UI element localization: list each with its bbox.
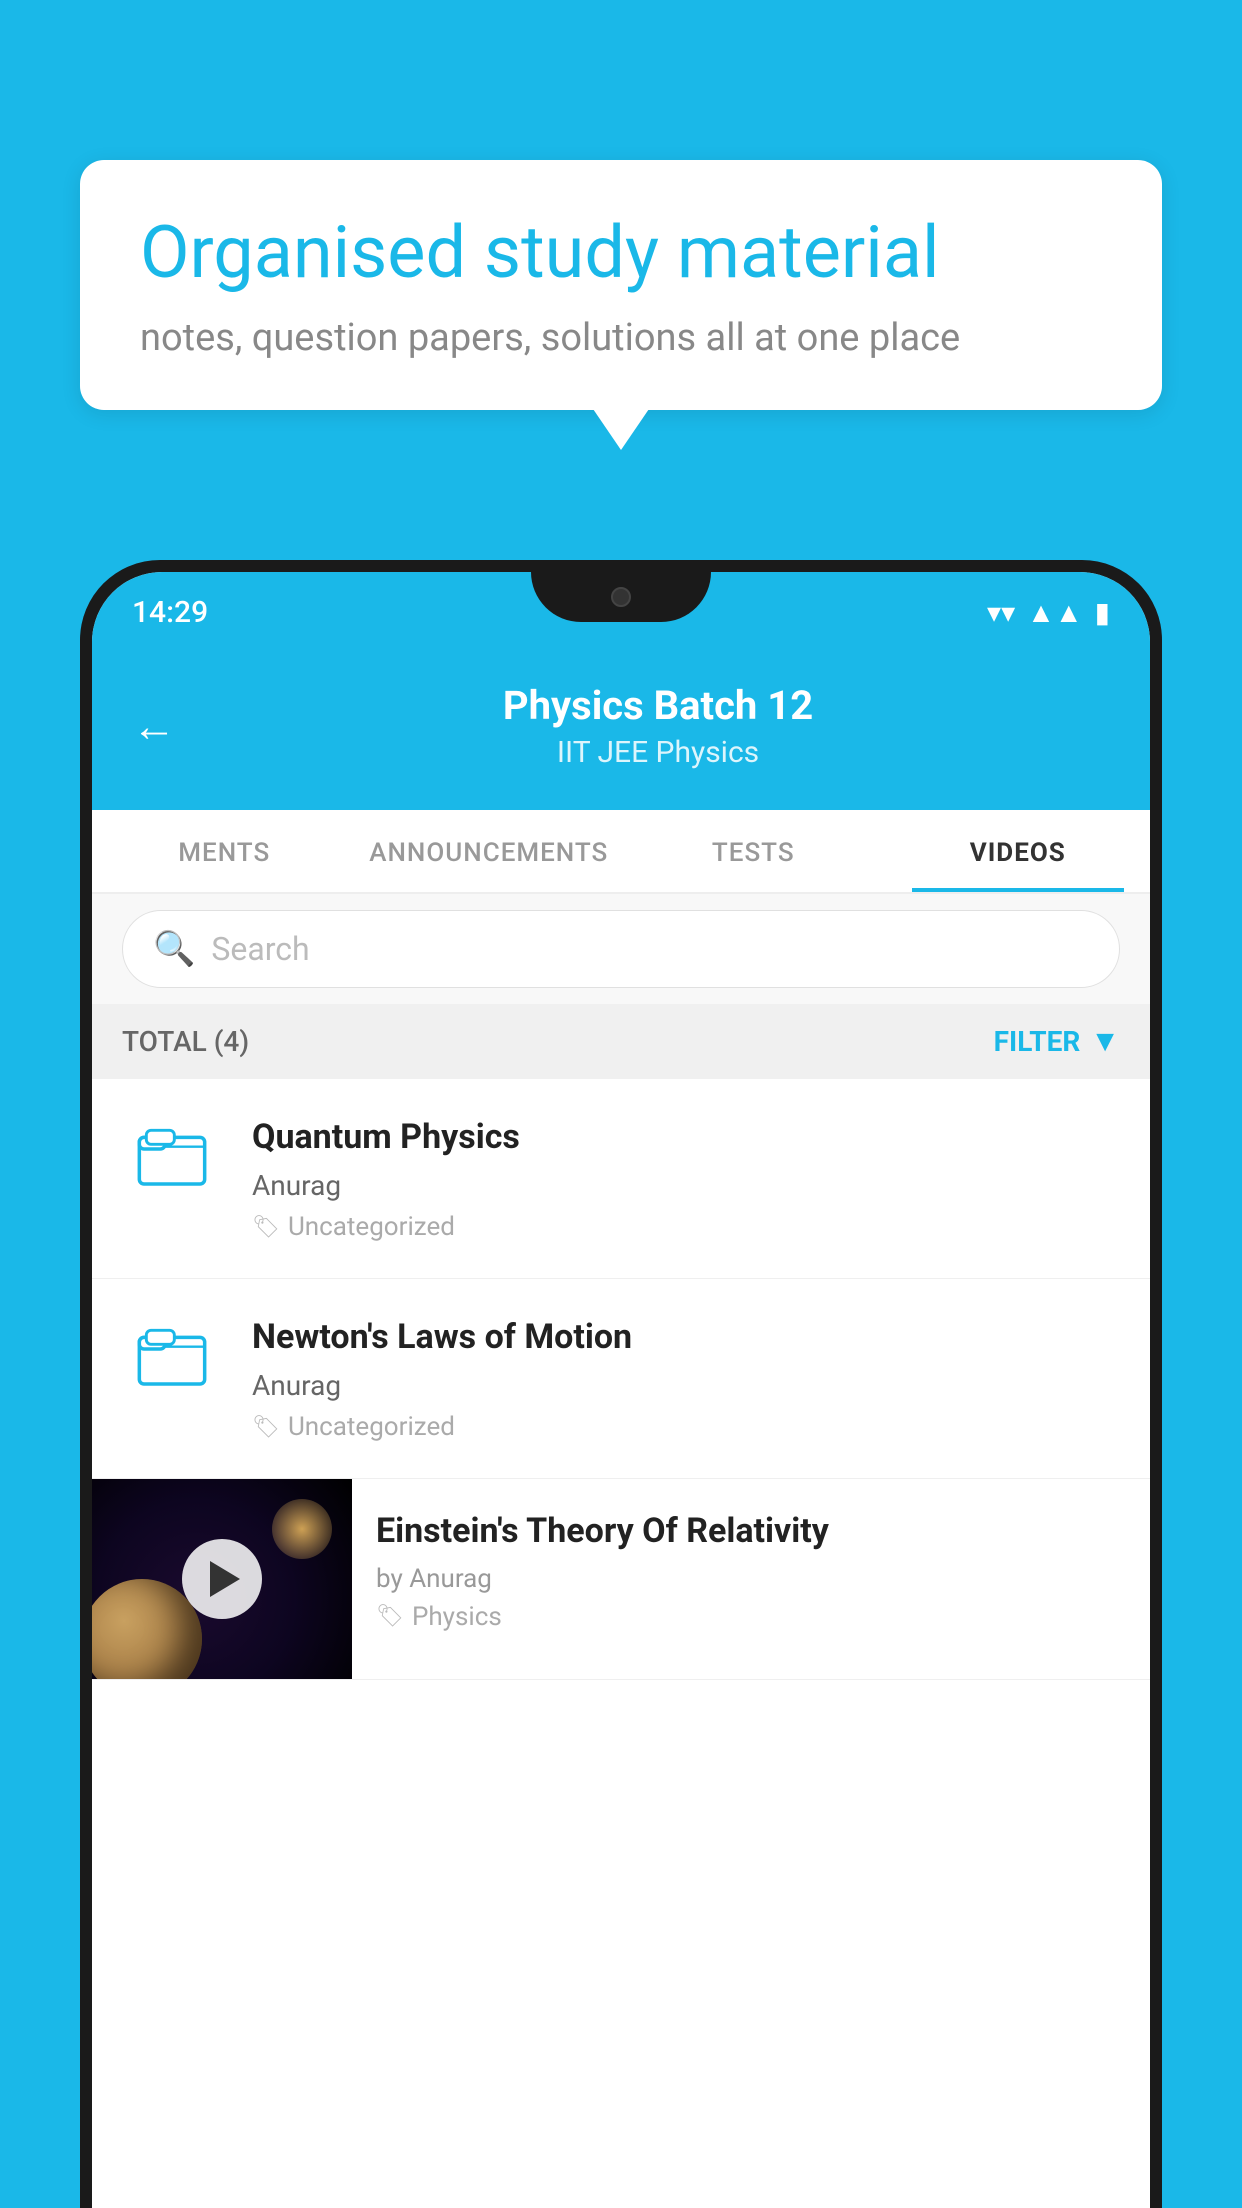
video-tag: 🏷 Uncategorized (252, 1412, 1120, 1442)
search-icon: 🔍 (153, 929, 195, 969)
video-tag: 🏷 Physics (376, 1602, 1126, 1632)
tag-icon: 🏷 (376, 1604, 404, 1629)
play-triangle-icon (210, 1561, 240, 1597)
list-item[interactable]: Einstein's Theory Of Relativity by Anura… (92, 1479, 1150, 1680)
search-bar[interactable]: 🔍 Search (122, 910, 1120, 988)
video-list: Quantum Physics Anurag 🏷 Uncategorized (92, 1079, 1150, 1680)
bubble-title: Organised study material (140, 210, 1102, 296)
video-info: Einstein's Theory Of Relativity by Anura… (352, 1479, 1150, 1661)
notch (531, 572, 711, 622)
tag-icon: 🏷 (252, 1415, 280, 1440)
video-title: Newton's Laws of Motion (252, 1315, 1120, 1359)
folder-icon-wrap (122, 1121, 222, 1191)
tab-tests[interactable]: TESTS (621, 810, 886, 892)
filter-button[interactable]: FILTER ▼ (994, 1024, 1120, 1059)
wifi-icon: ▾▾ (987, 596, 1015, 629)
tab-bar: MENTS ANNOUNCEMENTS TESTS VIDEOS (92, 810, 1150, 894)
status-icons: ▾▾ ▲▲ ▮ (987, 596, 1110, 629)
status-bar: 14:29 ▾▾ ▲▲ ▮ (92, 572, 1150, 652)
tag-label: Uncategorized (288, 1212, 455, 1242)
phone-frame: 14:29 ▾▾ ▲▲ ▮ ← Physics Batch 12 IIT JEE… (80, 560, 1162, 2208)
app-bar: ← Physics Batch 12 IIT JEE Physics (92, 652, 1150, 810)
signal-icon: ▲▲ (1027, 596, 1082, 629)
tag-label: Uncategorized (288, 1412, 455, 1442)
battery-icon: ▮ (1095, 596, 1110, 629)
video-info: Quantum Physics Anurag 🏷 Uncategorized (252, 1115, 1120, 1242)
filter-icon: ▼ (1090, 1024, 1120, 1059)
video-title: Einstein's Theory Of Relativity (376, 1509, 1126, 1553)
folder-icon (137, 1121, 207, 1191)
search-placeholder: Search (211, 930, 309, 968)
list-item[interactable]: Quantum Physics Anurag 🏷 Uncategorized (92, 1079, 1150, 1279)
search-container: 🔍 Search (92, 894, 1150, 1004)
app-bar-title: Physics Batch 12 IIT JEE Physics (206, 682, 1110, 770)
speech-bubble: Organised study material notes, question… (80, 160, 1162, 410)
video-info: Newton's Laws of Motion Anurag 🏷 Uncateg… (252, 1315, 1120, 1442)
play-button[interactable] (182, 1539, 262, 1619)
front-camera (611, 587, 631, 607)
bubble-subtitle: notes, question papers, solutions all at… (140, 316, 1102, 360)
video-tag: 🏷 Uncategorized (252, 1212, 1120, 1242)
filter-row: TOTAL (4) FILTER ▼ (92, 1004, 1150, 1079)
tag-label: Physics (412, 1602, 502, 1632)
folder-icon (137, 1321, 207, 1391)
video-author: Anurag (252, 1169, 1120, 1202)
list-item[interactable]: Newton's Laws of Motion Anurag 🏷 Uncateg… (92, 1279, 1150, 1479)
tab-announcements[interactable]: ANNOUNCEMENTS (357, 810, 622, 892)
filter-label: FILTER (994, 1025, 1081, 1058)
video-title: Quantum Physics (252, 1115, 1120, 1159)
video-thumbnail (92, 1479, 352, 1679)
total-count: TOTAL (4) (122, 1025, 249, 1058)
video-author: Anurag (252, 1369, 1120, 1402)
glow-decoration (272, 1499, 332, 1559)
tab-videos[interactable]: VIDEOS (886, 810, 1151, 892)
status-time: 14:29 (132, 595, 208, 630)
video-author: by Anurag (376, 1564, 1126, 1594)
back-button[interactable]: ← (132, 700, 176, 752)
batch-subtitle: IIT JEE Physics (206, 735, 1110, 770)
batch-title: Physics Batch 12 (206, 682, 1110, 729)
tab-ments[interactable]: MENTS (92, 810, 357, 892)
tag-icon: 🏷 (252, 1215, 280, 1240)
folder-icon-wrap (122, 1321, 222, 1391)
phone-screen: 14:29 ▾▾ ▲▲ ▮ ← Physics Batch 12 IIT JEE… (92, 572, 1150, 2208)
